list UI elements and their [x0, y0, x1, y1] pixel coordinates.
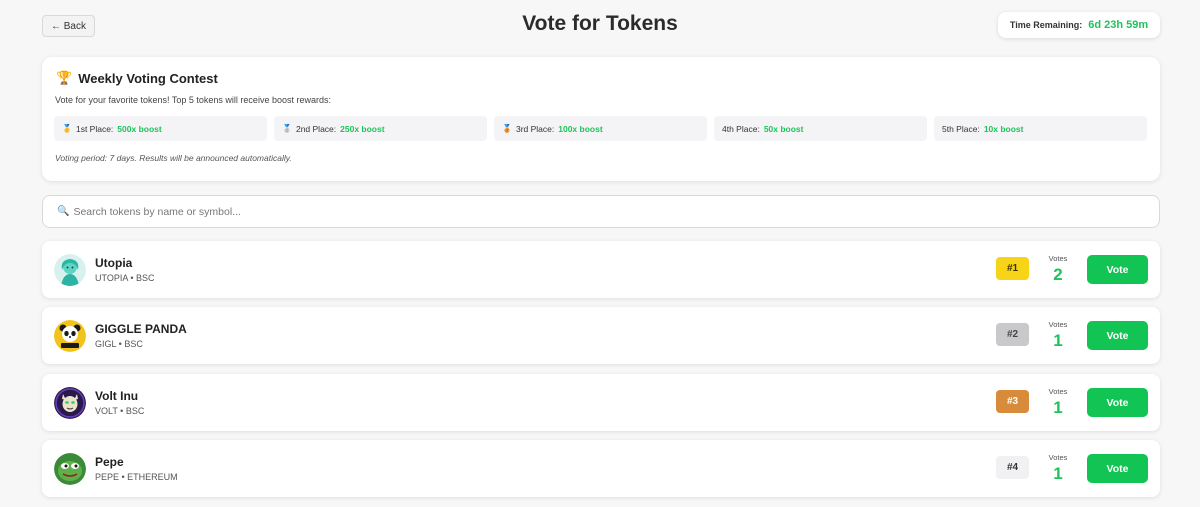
time-remaining-label: Time Remaining: — [1009, 20, 1083, 30]
rank-badge: #3 — [996, 390, 1029, 413]
token-symbol-chain: VOLT • BSC — [95, 406, 145, 416]
prize-4th: 4th Place: 50x boost — [714, 116, 927, 141]
prize-label: 2nd Place: — [295, 123, 337, 134]
votes-count: 1 — [1053, 464, 1063, 483]
vote-button[interactable]: Vote — [1087, 454, 1148, 483]
votes-label: Votes — [1048, 387, 1068, 396]
vote-button[interactable]: Vote — [1087, 388, 1148, 417]
prize-boost: 500x boost — [117, 123, 162, 134]
token-avatar-pepe — [54, 453, 86, 485]
votes-count: 1 — [1053, 331, 1063, 350]
trophy-icon: 🏆 — [56, 70, 73, 85]
rank-badge: #1 — [996, 257, 1029, 280]
contest-description: Vote for your favorite tokens! Top 5 tok… — [55, 95, 331, 105]
prize-3rd: 🥉 3rd Place: 100x boost — [494, 116, 707, 141]
prize-boost: 100x boost — [558, 123, 603, 134]
prize-label: 1st Place: — [75, 123, 114, 134]
prize-label: 5th Place: — [942, 123, 980, 134]
votes-label: Votes — [1048, 453, 1068, 462]
token-avatar-volt-inu — [54, 387, 86, 419]
prize-2nd: 🥈 2nd Place: 250x boost — [274, 116, 487, 141]
token-name: Volt Inu — [95, 389, 139, 403]
token-symbol-chain: UTOPIA • BSC — [95, 273, 155, 283]
prize-boost: 50x boost — [763, 123, 804, 134]
token-row-pepe: Pepe PEPE • ETHEREUM #4 Votes 1 Vote — [42, 440, 1160, 497]
token-name: GIGGLE PANDA — [95, 322, 187, 336]
time-remaining-badge: Time Remaining: 6d 23h 59m — [998, 12, 1160, 38]
prize-label: 4th Place: — [722, 123, 760, 134]
token-row-giggle-panda: GIGGLE PANDA GIGL • BSC #2 Votes 1 Vote — [42, 307, 1160, 364]
silver-medal-icon: 🥈 — [282, 124, 292, 133]
vote-button[interactable]: Vote — [1087, 321, 1148, 350]
token-row-utopia: Utopia UTOPIA • BSC #1 Votes 2 Vote — [42, 241, 1160, 298]
search-input[interactable] — [73, 205, 1159, 218]
vote-button[interactable]: Vote — [1087, 255, 1148, 284]
votes-count: 1 — [1053, 398, 1063, 417]
weekly-contest-panel: 🏆 Weekly Voting Contest Vote for your fa… — [42, 57, 1160, 181]
prize-label: 3rd Place: — [515, 123, 555, 134]
contest-header: 🏆 Weekly Voting Contest — [56, 70, 218, 86]
token-name: Utopia — [95, 256, 133, 270]
token-avatar-giggle-panda — [54, 320, 86, 352]
votes-label: Votes — [1048, 254, 1068, 263]
prize-boost: 250x boost — [340, 123, 385, 134]
prize-1st: 🥇 1st Place: 500x boost — [54, 116, 267, 141]
token-name: Pepe — [95, 455, 124, 469]
rank-badge: #2 — [996, 323, 1029, 346]
gold-medal-icon: 🥇 — [62, 124, 72, 133]
token-symbol-chain: GIGL • BSC — [95, 339, 143, 349]
search-bar: 🔍 — [42, 195, 1160, 228]
time-remaining-value: 6d 23h 59m — [1088, 19, 1149, 31]
votes-count: 2 — [1053, 265, 1063, 284]
bronze-medal-icon: 🥉 — [502, 124, 512, 133]
voting-period-note: Voting period: 7 days. Results will be a… — [55, 153, 292, 163]
token-symbol-chain: PEPE • ETHEREUM — [95, 472, 178, 482]
votes-label: Votes — [1048, 320, 1068, 329]
prize-list: 🥇 1st Place: 500x boost 🥈 2nd Place: 250… — [54, 116, 1147, 141]
prize-5th: 5th Place: 10x boost — [934, 116, 1147, 141]
token-avatar-utopia — [54, 254, 86, 286]
search-icon: 🔍 — [57, 206, 70, 217]
contest-title: Weekly Voting Contest — [78, 70, 218, 86]
token-row-volt-inu: Volt Inu VOLT • BSC #3 Votes 1 Vote — [42, 374, 1160, 431]
rank-badge: #4 — [996, 456, 1029, 479]
prize-boost: 10x boost — [983, 123, 1024, 134]
